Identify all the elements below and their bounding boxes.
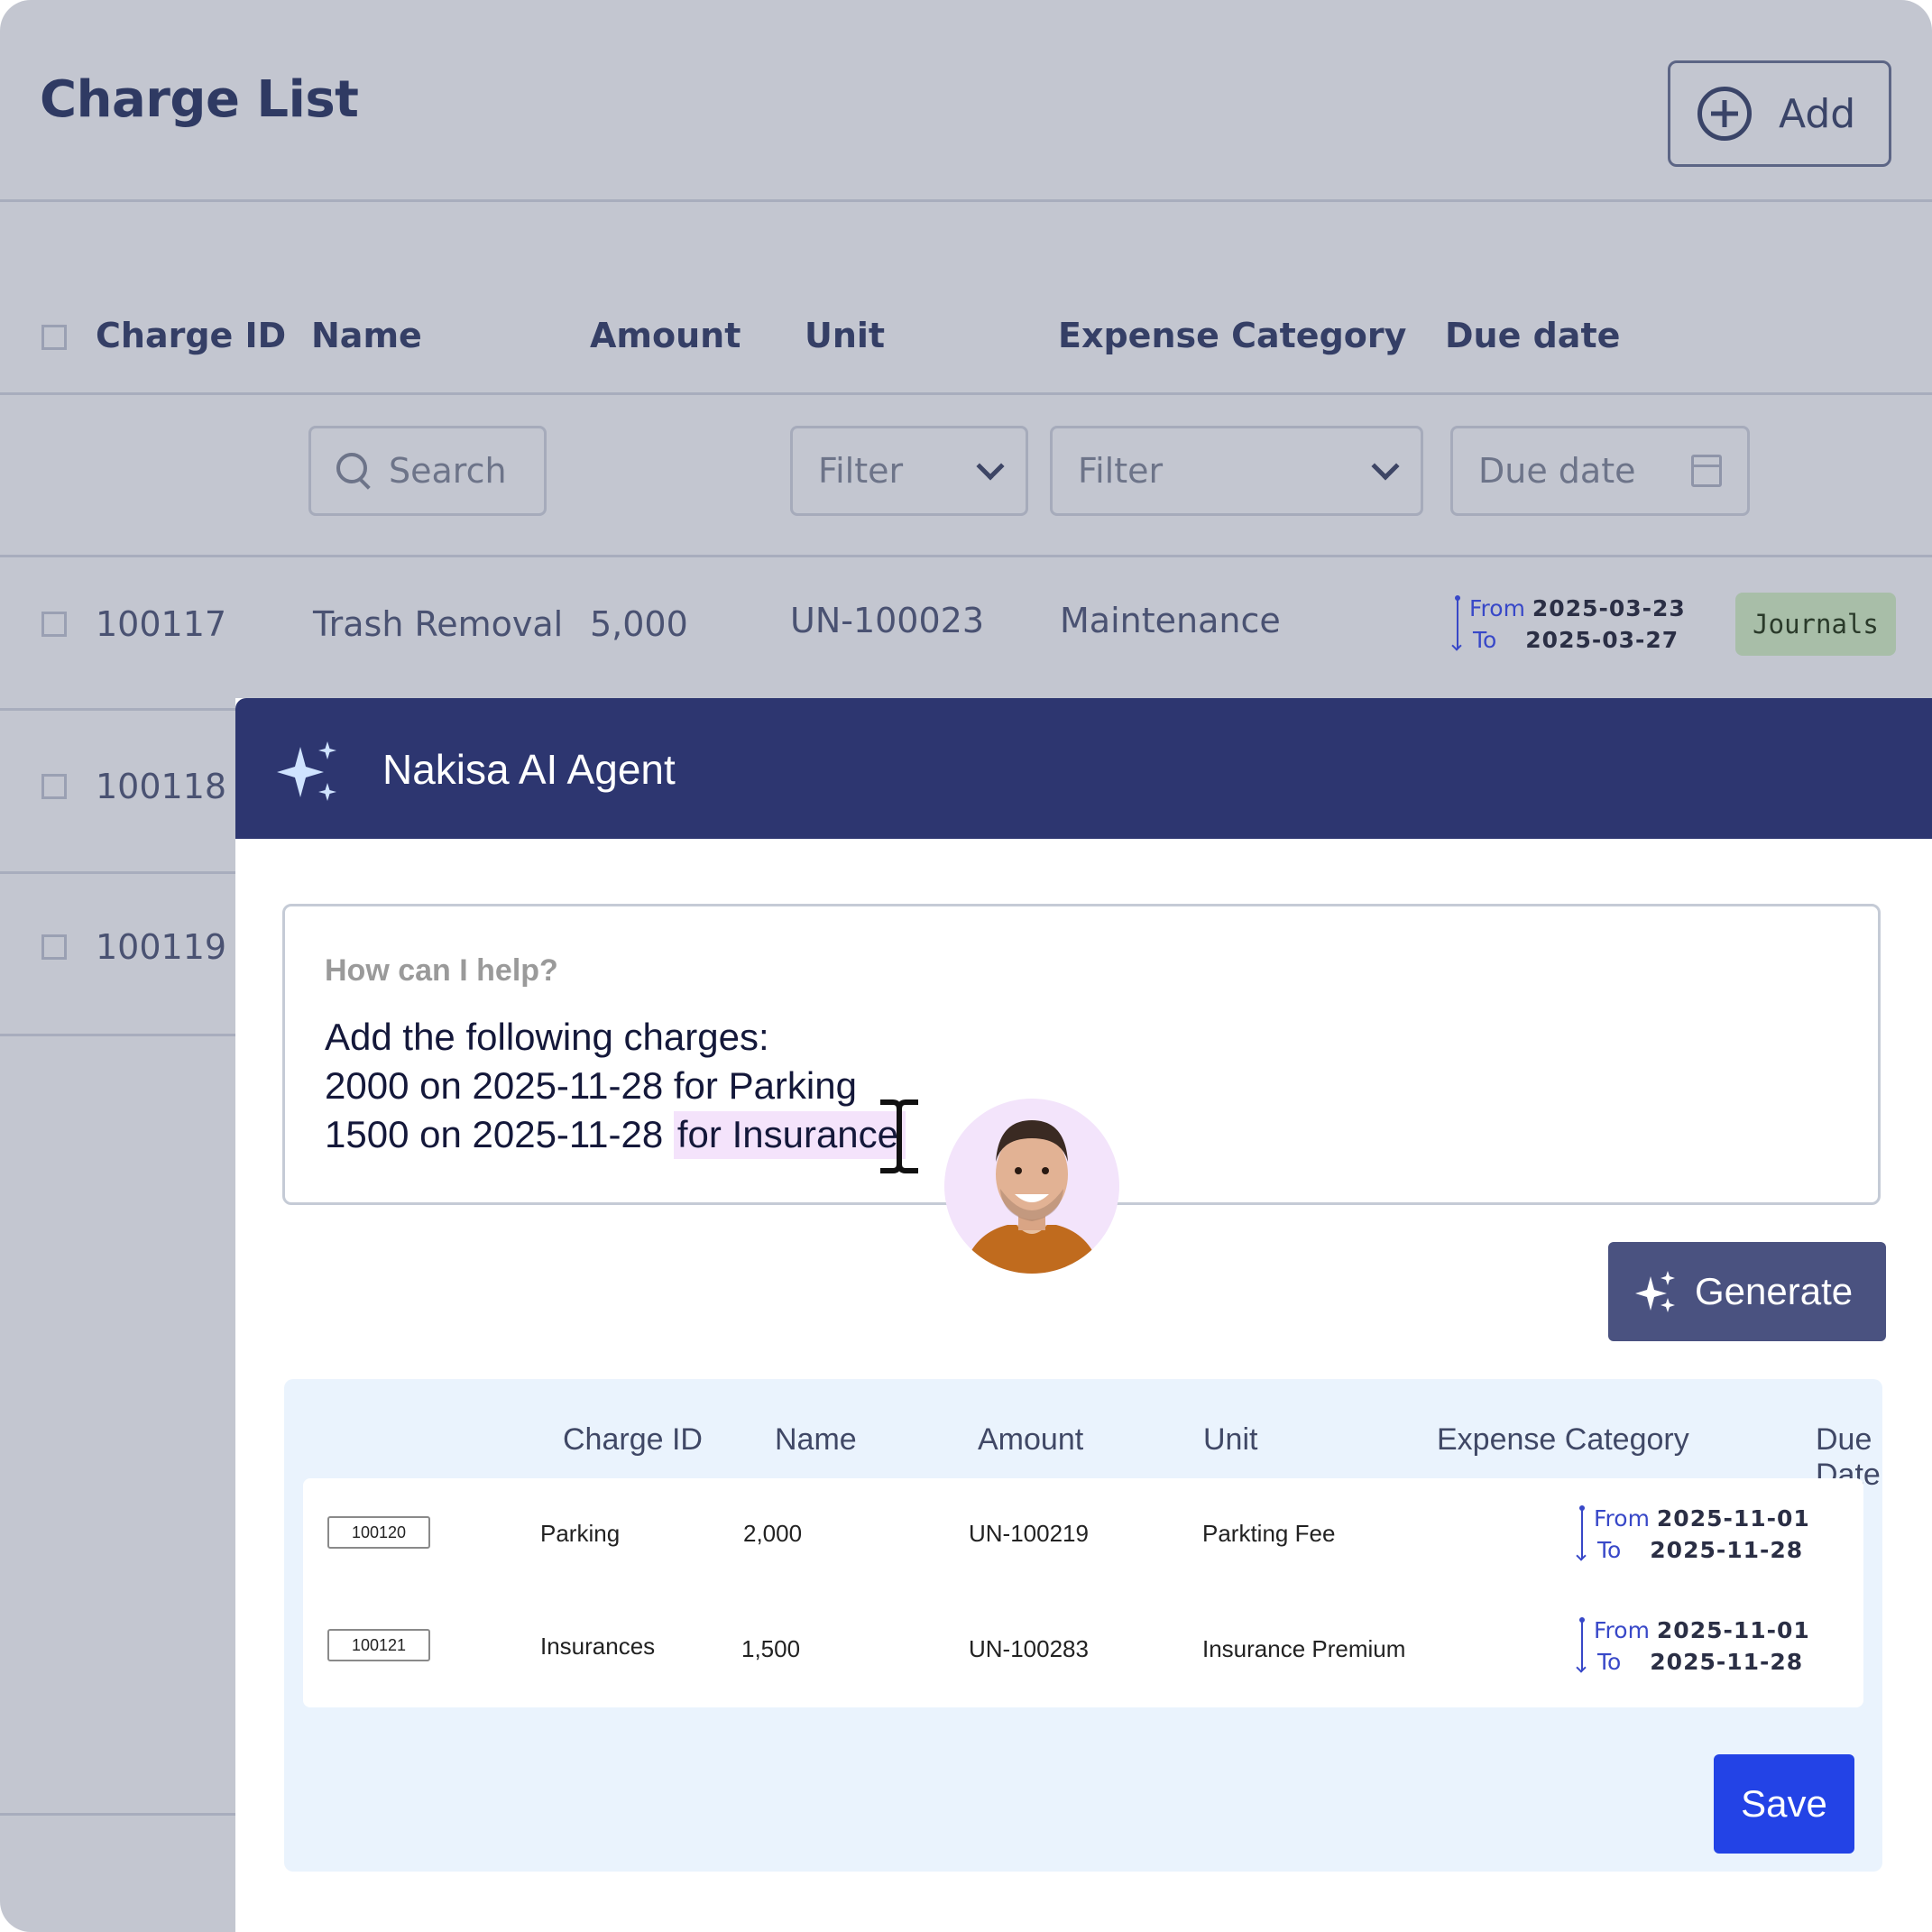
row-checkbox[interactable]	[41, 934, 67, 960]
select-all-checkbox[interactable]	[41, 325, 67, 350]
row-charge-id: 100119	[96, 927, 227, 967]
to-label: To	[1473, 627, 1497, 653]
result-expense-category: Insurance Premium	[1202, 1635, 1406, 1662]
ai-agent-header: Nakisa AI Agent	[235, 698, 1932, 839]
result-amount: 2,000	[743, 1520, 803, 1547]
add-button[interactable]: Add	[1668, 60, 1891, 167]
category-filter-select[interactable]: Filter	[1050, 426, 1423, 516]
to-date: 2025-11-28	[1650, 1649, 1804, 1675]
result-header-expense-category: Expense Category	[1437, 1422, 1689, 1457]
chevron-down-icon	[976, 452, 1005, 481]
result-rows: 100120 Parking 2,000 UN-100219 Parkting …	[303, 1478, 1863, 1707]
date-range-arrow	[1579, 1617, 1585, 1671]
result-header-name: Name	[775, 1422, 857, 1457]
to-label: To	[1597, 1649, 1622, 1675]
row-checkbox[interactable]	[41, 774, 67, 799]
ai-agent-panel: Nakisa AI Agent How can I help? Add the …	[235, 698, 1932, 1932]
calendar-icon[interactable]	[1691, 455, 1722, 487]
user-avatar	[944, 1099, 1119, 1274]
row-due-date-range: From 2025-03-23 To 2025-03-27	[1469, 595, 1686, 653]
row-charge-id: 100118	[96, 767, 227, 806]
divider	[0, 199, 1932, 202]
ai-agent-title: Nakisa AI Agent	[382, 746, 676, 793]
due-date-filter-input[interactable]: Due date	[1450, 426, 1750, 516]
prompt-text: Add the following charges: 2000 on 2025-…	[325, 1013, 906, 1159]
date-range-arrow	[1455, 595, 1460, 649]
to-date: 2025-11-28	[1650, 1537, 1804, 1563]
result-unit: UN-100283	[969, 1635, 1089, 1662]
divider	[0, 555, 1932, 557]
unit-filter-select[interactable]: Filter	[790, 426, 1028, 516]
due-date-placeholder: Due date	[1478, 451, 1636, 491]
prompt-line: Add the following charges:	[325, 1016, 769, 1058]
generate-button-label: Generate	[1695, 1270, 1854, 1312]
sparkle-icon	[277, 741, 336, 801]
result-header-amount: Amount	[978, 1422, 1084, 1457]
prompt-placeholder: How can I help?	[325, 953, 558, 988]
result-amount: 1,500	[741, 1635, 801, 1662]
prompt-line: 1500 on 2025-11-28	[325, 1113, 674, 1155]
text-cursor-icon	[880, 1099, 918, 1173]
from-label: From	[1469, 595, 1525, 621]
divider	[0, 1813, 236, 1816]
column-header-expense-category[interactable]: Expense Category	[1058, 316, 1406, 355]
from-label: From	[1594, 1617, 1650, 1643]
add-button-label: Add	[1779, 90, 1856, 137]
prompt-line: 2000 on 2025-11-28 for Parking	[325, 1064, 857, 1107]
column-header-due-date[interactable]: Due date	[1445, 316, 1620, 355]
column-header-name[interactable]: Name	[311, 316, 422, 355]
row-expense-category: Maintenance	[1060, 601, 1281, 640]
divider	[0, 392, 1932, 395]
result-charge-id[interactable]: 100120	[327, 1516, 430, 1549]
search-icon	[336, 453, 373, 489]
text-selection-highlight: for Insurance	[673, 1111, 906, 1159]
sparkle-icon	[1635, 1271, 1675, 1312]
chevron-down-icon	[1371, 452, 1400, 481]
row-checkbox[interactable]	[41, 612, 67, 637]
result-header-charge-id: Charge ID	[563, 1422, 703, 1457]
from-date: 2025-11-01	[1656, 1617, 1810, 1643]
generated-charges-table: Charge ID Name Amount Unit Expense Categ…	[284, 1379, 1882, 1872]
column-header-unit[interactable]: Unit	[805, 316, 885, 355]
row-unit: UN-100023	[790, 601, 985, 640]
from-date: 2025-11-01	[1656, 1505, 1810, 1532]
save-button[interactable]: Save	[1714, 1754, 1854, 1854]
column-header-charge-id[interactable]: Charge ID	[96, 316, 286, 355]
result-header-unit: Unit	[1203, 1422, 1258, 1457]
category-filter-placeholder: Filter	[1078, 451, 1164, 491]
result-unit: UN-100219	[969, 1520, 1089, 1547]
date-range-arrow	[1579, 1505, 1585, 1559]
result-charge-id[interactable]: 100121	[327, 1629, 430, 1661]
to-date: 2025-03-27	[1525, 627, 1679, 653]
result-due-date-range: From 2025-11-01 To 2025-11-28	[1594, 1505, 1810, 1563]
result-name: Parking	[540, 1520, 621, 1547]
generate-button[interactable]: Generate	[1608, 1242, 1886, 1341]
page-title: Charge List	[40, 70, 359, 129]
from-date: 2025-03-23	[1532, 595, 1686, 621]
result-name: Insurances	[540, 1633, 656, 1660]
row-name: Trash Removal	[313, 604, 564, 644]
result-expense-category: Parkting Fee	[1202, 1520, 1336, 1547]
row-amount: 5,000	[590, 604, 688, 644]
name-search-placeholder: Search	[389, 451, 507, 491]
unit-filter-placeholder: Filter	[818, 451, 904, 491]
journals-tag[interactable]: Journals	[1735, 593, 1896, 656]
row-charge-id: 100117	[96, 604, 227, 644]
from-label: From	[1594, 1505, 1650, 1532]
result-due-date-range: From 2025-11-01 To 2025-11-28	[1594, 1617, 1810, 1675]
name-search-input[interactable]: Search	[308, 426, 547, 516]
to-label: To	[1597, 1537, 1622, 1563]
column-header-amount[interactable]: Amount	[590, 316, 741, 355]
divider	[0, 871, 236, 874]
divider	[0, 1034, 236, 1036]
plus-circle-icon	[1697, 87, 1752, 141]
